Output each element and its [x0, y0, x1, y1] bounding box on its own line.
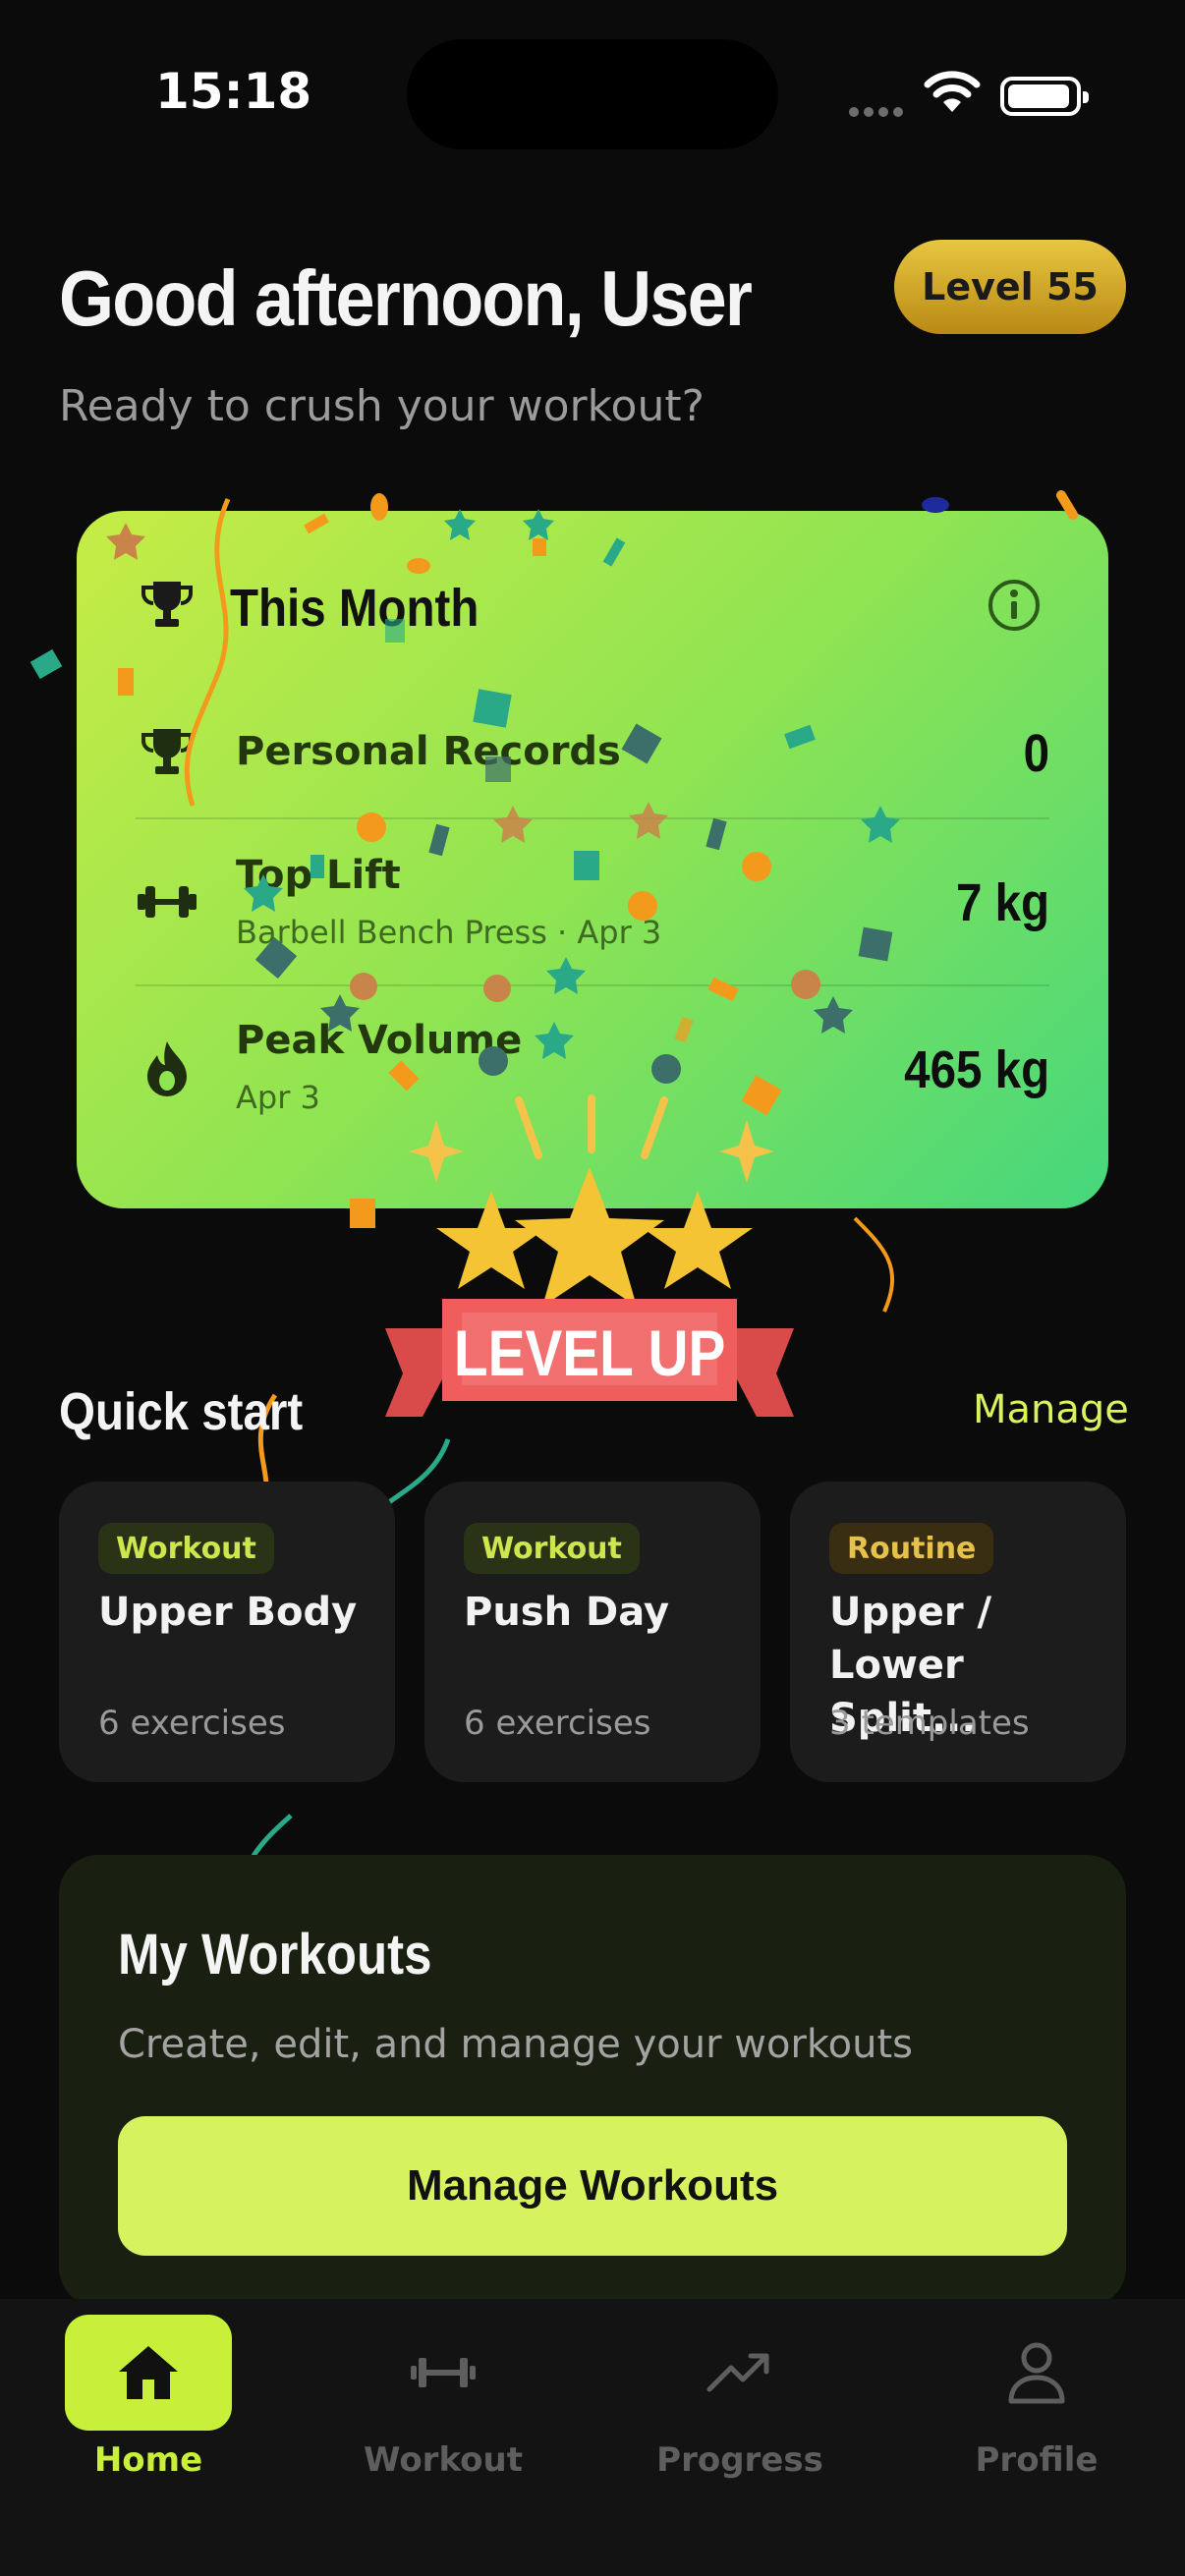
nav-workout[interactable]: Workout	[360, 2315, 527, 2492]
greeting-subtitle: Ready to crush your workout?	[59, 381, 705, 431]
nav-label: Progress	[656, 2440, 823, 2480]
workout-tag: Workout	[464, 1523, 640, 1574]
manage-link[interactable]: Manage	[973, 1387, 1129, 1432]
dumbbell-icon	[411, 2358, 476, 2387]
nav-profile[interactable]: Profile	[953, 2315, 1120, 2492]
wifi-icon	[924, 71, 981, 112]
workout-tag: Workout	[98, 1523, 274, 1574]
level-up-banner: LEVEL UP	[385, 1167, 794, 1417]
my-workouts-subtitle: Create, edit, and manage your workouts	[118, 2022, 913, 2067]
quick-start-title: Quick start	[59, 1382, 304, 1441]
manage-workouts-button[interactable]: Manage Workouts	[118, 2116, 1067, 2256]
my-workouts-title: My Workouts	[118, 1923, 432, 1987]
nav-home[interactable]: Home	[65, 2315, 232, 2492]
dynamic-island	[407, 39, 778, 149]
quick-start-card-upper-lower-split[interactable]: Routine Upper / Lower Split... 3 templat…	[790, 1482, 1126, 1782]
quick-start-meta: 3 templates	[829, 1704, 1030, 1743]
quick-start-card-push-day[interactable]: Workout Push Day 6 exercises	[424, 1482, 761, 1782]
quick-start-meta: 6 exercises	[464, 1704, 651, 1743]
quick-start-name: Upper Body	[98, 1590, 358, 1635]
nav-progress[interactable]: Progress	[656, 2315, 823, 2492]
quick-start-meta: 6 exercises	[98, 1704, 286, 1743]
person-icon	[1008, 2342, 1065, 2404]
battery-icon	[1000, 77, 1089, 116]
trend-icon	[706, 2353, 769, 2392]
quick-start-card-upper-body[interactable]: Workout Upper Body 6 exercises	[59, 1482, 395, 1782]
routine-tag: Routine	[829, 1523, 994, 1574]
status-time: 15:18	[155, 63, 312, 120]
level-badge[interactable]: Level 55	[894, 240, 1126, 334]
quick-start-name: Push Day	[464, 1590, 670, 1635]
home-icon	[119, 2346, 178, 2399]
signal-icon	[849, 102, 908, 121]
nav-label: Profile	[975, 2440, 1099, 2480]
nav-label: Home	[93, 2440, 203, 2480]
greeting-title: Good afternoon, User	[59, 254, 753, 342]
nav-label: Workout	[364, 2440, 523, 2480]
level-up-text: LEVEL UP	[454, 1317, 725, 1390]
